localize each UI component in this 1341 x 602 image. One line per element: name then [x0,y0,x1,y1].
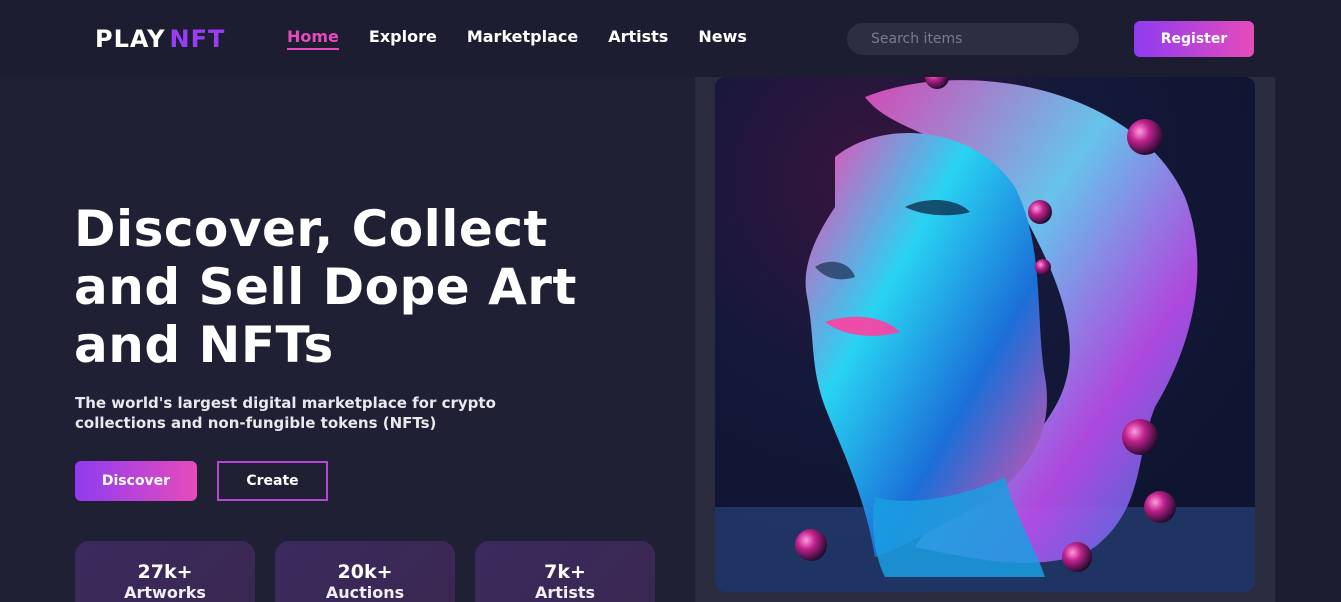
discover-button[interactable]: Discover [75,461,197,501]
nav-link-marketplace[interactable]: Marketplace [467,26,578,50]
stat-card-artists: 7k+ Artists [475,541,655,602]
search-input[interactable] [871,31,1061,47]
hero-subtitle-line-2: collections and non-fungible tokens (NFT… [75,414,437,432]
logo-text-nft: NFT [169,25,226,53]
stat-value: 7k+ [544,561,586,583]
nav-link-news[interactable]: News [698,26,747,50]
hero-subtitle-line-1: The world's largest digital marketplace … [75,394,496,412]
register-button[interactable]: Register [1134,21,1254,57]
logo[interactable]: PLAY NFT [95,24,225,54]
stat-card-auctions: 20k+ Auctions [275,541,455,602]
navbar: PLAY NFT Home Explore Marketplace Artists… [0,0,1341,77]
hero-artwork-image [715,77,1255,592]
stat-card-artworks: 27k+ Artworks [75,541,255,602]
nav-link-artists[interactable]: Artists [608,26,668,50]
nav-link-explore[interactable]: Explore [369,26,437,50]
stat-value: 20k+ [337,561,393,583]
hero-title-line-2: and Sell Dope Art [74,258,577,316]
search-box [847,23,1079,55]
chrome-face-artwork [715,77,1255,592]
stat-label: Auctions [325,583,405,602]
hero-title: Discover, Collect and Sell Dope Art and … [74,200,654,374]
hero-subtitle: The world's largest digital marketplace … [75,393,615,433]
hero-image-panel [695,77,1275,602]
stats-row: 27k+ Artworks 20k+ Auctions 7k+ Artists [75,541,655,602]
nav-links: Home Explore Marketplace Artists News [287,26,747,50]
right-background-strip [1275,77,1341,602]
create-button[interactable]: Create [217,461,328,501]
stat-label: Artworks [124,583,206,602]
stat-value: 27k+ [137,561,193,583]
stat-label: Artists [534,583,596,602]
hero-title-line-3: and NFTs [74,316,334,374]
hero-title-line-1: Discover, Collect [74,200,548,258]
logo-text-play: PLAY [95,25,166,53]
nav-link-home[interactable]: Home [287,26,339,50]
